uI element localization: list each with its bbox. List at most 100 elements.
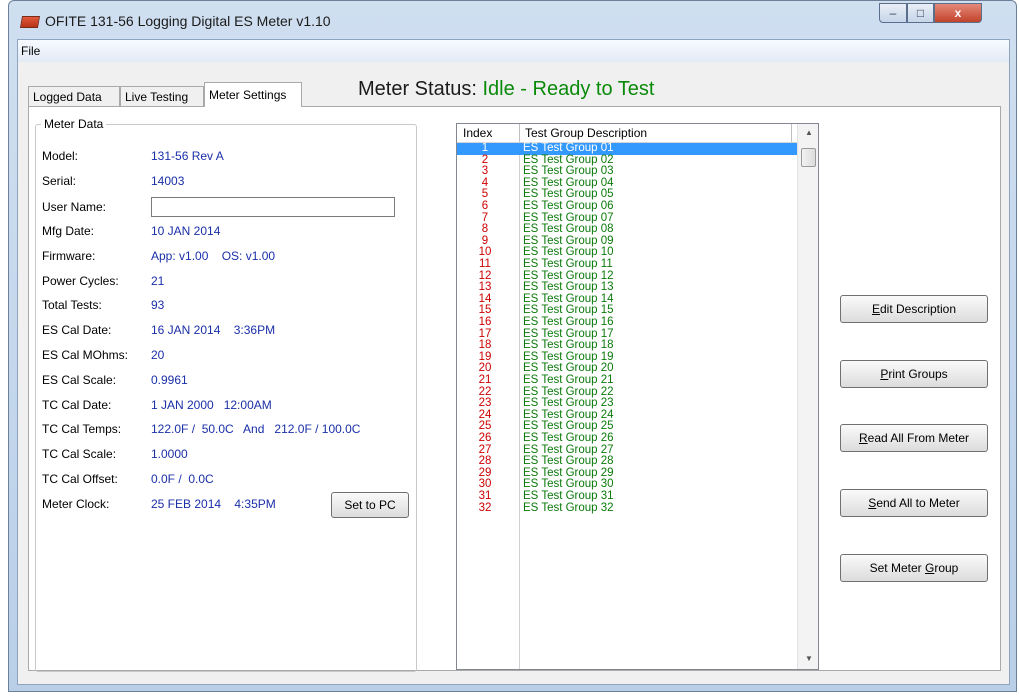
- title-bar[interactable]: OFITE 131-56 Logging Digital ES Meter v1…: [9, 1, 1016, 39]
- row-index: 31: [478, 490, 492, 502]
- row-description: ES Test Group 11: [523, 258, 613, 270]
- list-row[interactable]: 20 ES Test Group 20: [457, 363, 797, 375]
- row-description: ES Test Group 16: [523, 316, 614, 328]
- meter-status-value: Idle - Ready to Test: [482, 78, 655, 100]
- tc-cal-scale-label: TC Cal Scale:: [42, 447, 117, 461]
- tc-cal-date-label: TC Cal Date:: [42, 398, 112, 412]
- list-row[interactable]: 31 ES Test Group 31: [457, 490, 797, 503]
- row-index: 26: [478, 432, 492, 444]
- scroll-up-icon[interactable]: ▲: [805, 128, 813, 137]
- minimize-button[interactable]: –: [879, 3, 907, 23]
- list-row[interactable]: 26 ES Test Group 26: [457, 432, 797, 445]
- es-cal-scale-label: ES Cal Scale:: [42, 373, 117, 387]
- list-row[interactable]: 10 ES Test Group 10: [457, 247, 797, 259]
- list-row[interactable]: 1 ES Test Group 01: [457, 142, 797, 155]
- row-description: ES Test Group 06: [523, 200, 614, 212]
- es-cal-mohms-label: ES Cal MOhms:: [42, 348, 129, 362]
- list-row[interactable]: 32 ES Test Group 32: [457, 501, 797, 515]
- row-index: 1: [481, 142, 489, 154]
- header-divider[interactable]: [519, 124, 520, 142]
- row-index: 32: [478, 501, 492, 514]
- app-icon: [19, 16, 41, 28]
- list-row[interactable]: 3 ES Test Group 03: [457, 166, 797, 178]
- list-row[interactable]: 17 ES Test Group 17: [457, 328, 797, 341]
- list-row[interactable]: 4 ES Test Group 04: [457, 177, 797, 190]
- set-to-pc-button[interactable]: Set to PC: [331, 492, 409, 518]
- print-groups-label: rint Groups: [888, 367, 948, 381]
- list-row[interactable]: 25 ES Test Group 25: [457, 421, 797, 433]
- tc-cal-temps-value: 122.0F / 50.0C And 212.0F / 100.0C: [151, 422, 361, 436]
- menu-file[interactable]: File: [21, 44, 40, 58]
- list-row[interactable]: 29 ES Test Group 29: [457, 467, 797, 480]
- mfg-date-value: 10 JAN 2014: [151, 224, 221, 238]
- index-header[interactable]: Index: [463, 126, 492, 140]
- list-row[interactable]: 24 ES Test Group 24: [457, 409, 797, 422]
- list-row[interactable]: 5 ES Test Group 05: [457, 189, 797, 201]
- row-description: ES Test Group 01: [523, 142, 614, 154]
- menu-bar: File: [18, 40, 1009, 62]
- total-tests-value: 93: [151, 298, 165, 312]
- tc-cal-offset-label: TC Cal Offset:: [42, 472, 118, 486]
- model-value: 131-56 Rev A: [151, 149, 224, 163]
- description-header[interactable]: Test Group Description: [525, 126, 647, 140]
- list-row[interactable]: 30 ES Test Group 30: [457, 479, 797, 491]
- set-meter-group-label: roup: [934, 561, 959, 575]
- list-row[interactable]: 21 ES Test Group 21: [457, 374, 797, 387]
- list-row[interactable]: 18 ES Test Group 18: [457, 340, 797, 352]
- meter-status: Meter Status: Idle - Ready to Test: [358, 78, 654, 101]
- list-row[interactable]: 16 ES Test Group 16: [457, 316, 797, 329]
- maximize-button[interactable]: □: [907, 3, 934, 23]
- list-row[interactable]: 28 ES Test Group 28: [457, 456, 797, 468]
- print-groups-button[interactable]: Print Groups: [840, 360, 988, 388]
- list-row[interactable]: 22 ES Test Group 22: [457, 386, 797, 399]
- test-group-list[interactable]: Index Test Group Description 1 ES Test Gr…: [456, 123, 819, 670]
- meter-status-label: Meter Status:: [358, 78, 477, 100]
- list-row[interactable]: 2 ES Test Group 02: [457, 154, 797, 167]
- tab-logged-data[interactable]: Logged Data: [28, 86, 120, 106]
- meter-data-title: Meter Data: [41, 117, 107, 131]
- es-cal-scale-value: 0.9961: [151, 373, 188, 387]
- list-row[interactable]: 14 ES Test Group 14: [457, 293, 797, 306]
- list-row[interactable]: 8 ES Test Group 08: [457, 224, 797, 236]
- scroll-thumb[interactable]: [801, 148, 816, 167]
- read-all-from-meter-button[interactable]: Read All From Meter: [840, 424, 988, 452]
- list-row[interactable]: 19 ES Test Group 19: [457, 351, 797, 364]
- tc-cal-scale-value: 1.0000: [151, 447, 188, 461]
- list-row[interactable]: 23 ES Test Group 23: [457, 398, 797, 410]
- window-title: OFITE 131-56 Logging Digital ES Meter v1…: [45, 13, 331, 29]
- list-row[interactable]: 7 ES Test Group 07: [457, 212, 797, 225]
- set-meter-group-accel: G: [924, 561, 935, 575]
- power-cycles-label: Power Cycles:: [42, 274, 119, 288]
- list-row[interactable]: 6 ES Test Group 06: [457, 200, 797, 213]
- list-row[interactable]: 13 ES Test Group 13: [457, 282, 797, 294]
- model-label: Model:: [42, 149, 79, 163]
- set-meter-group-button[interactable]: Set Meter Group: [840, 554, 988, 582]
- list-row[interactable]: 27 ES Test Group 27: [457, 444, 797, 457]
- header-divider[interactable]: [791, 124, 792, 142]
- edit-description-button[interactable]: Edit Description: [840, 295, 988, 323]
- vertical-scrollbar[interactable]: ▲ ▼: [797, 124, 818, 669]
- tab-live-testing[interactable]: Live Testing: [120, 86, 204, 106]
- user-name-input[interactable]: [151, 197, 395, 217]
- list-row[interactable]: 12 ES Test Group 12: [457, 270, 797, 283]
- serial-value: 14003: [151, 174, 185, 188]
- tab-meter-settings[interactable]: Meter Settings: [204, 82, 302, 107]
- list-row[interactable]: 11 ES Test Group 11: [457, 258, 797, 271]
- mfg-date-label: Mfg Date:: [42, 224, 95, 238]
- row-description: ES Test Group 26: [523, 432, 614, 444]
- row-index: 16: [478, 316, 492, 328]
- list-row[interactable]: 15 ES Test Group 15: [457, 305, 797, 317]
- total-tests-label: Total Tests:: [42, 298, 102, 312]
- client-area: File Logged Data Live Testing Meter Sett…: [17, 39, 1010, 685]
- scroll-down-icon[interactable]: ▼: [805, 654, 813, 663]
- close-button[interactable]: x: [934, 3, 982, 23]
- list-header: Index Test Group Description: [457, 124, 797, 143]
- row-description: ES Test Group 31: [523, 490, 614, 502]
- tc-cal-offset-value: 0.0F / 0.0C: [151, 472, 214, 486]
- serial-label: Serial:: [42, 174, 77, 188]
- edit-description-accel: E: [871, 302, 880, 316]
- set-meter-group-label: Set Meter: [869, 561, 925, 575]
- power-cycles-value: 21: [151, 274, 165, 288]
- list-row[interactable]: 9 ES Test Group 09: [457, 235, 797, 248]
- send-all-to-meter-button[interactable]: Send All to Meter: [840, 489, 988, 517]
